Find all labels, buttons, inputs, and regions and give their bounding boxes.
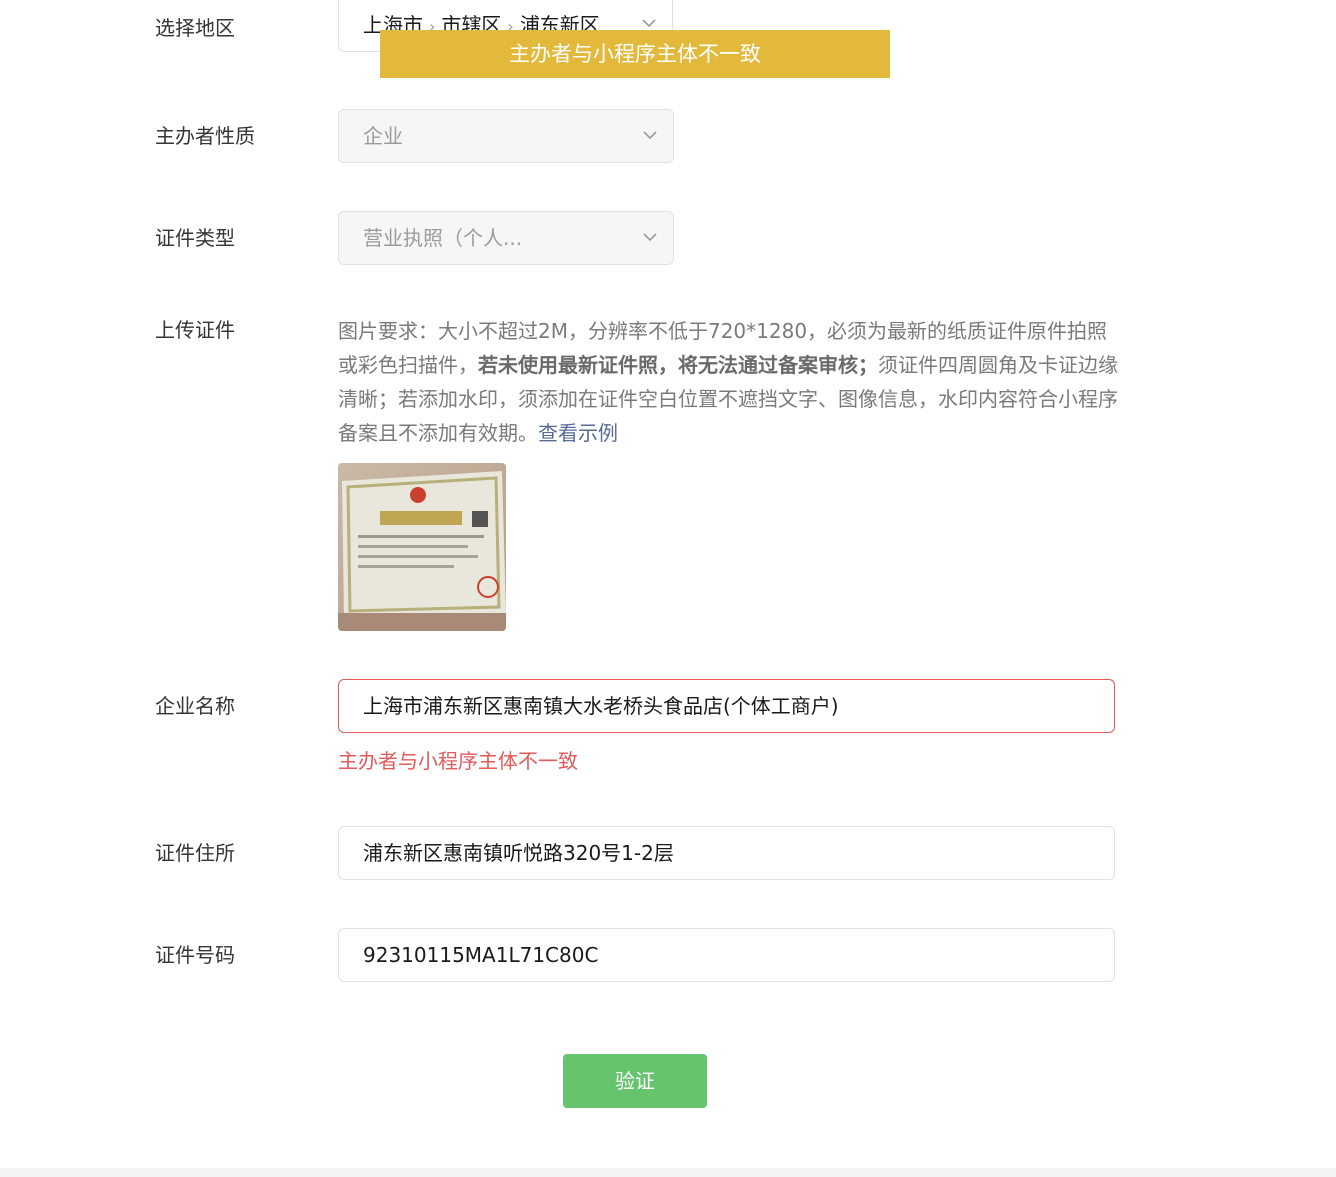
cert-address-label: 证件住所 <box>155 841 235 865</box>
organizer-type-value: 企业 <box>363 124 403 148</box>
certificate-photo <box>338 463 506 631</box>
company-name-label: 企业名称 <box>155 694 235 718</box>
cert-number-input[interactable]: 92310115MA1L71C80C <box>338 928 1115 982</box>
cert-type-label: 证件类型 <box>155 226 235 250</box>
error-toast: 主办者与小程序主体不一致 <box>380 30 890 78</box>
footer-divider <box>0 1168 1336 1177</box>
company-name-error: 主办者与小程序主体不一致 <box>338 749 578 773</box>
upload-label: 上传证件 <box>155 318 235 342</box>
company-name-input[interactable]: 上海市浦东新区惠南镇大水老桥头食品店(个体工商户) <box>338 679 1115 733</box>
cert-number-label: 证件号码 <box>155 943 235 967</box>
uploaded-certificate-image[interactable] <box>338 463 506 631</box>
cert-address-input[interactable]: 浦东新区惠南镇听悦路320号1-2层 <box>338 826 1115 880</box>
region-label: 选择地区 <box>155 16 235 40</box>
organizer-type-select[interactable]: 企业 <box>338 109 674 163</box>
organizer-type-label: 主办者性质 <box>155 124 255 148</box>
verify-button[interactable]: 验证 <box>563 1054 707 1108</box>
hint-warning: 若未使用最新证件照，将无法通过备案审核； <box>478 353 878 377</box>
view-example-link[interactable]: 查看示例 <box>538 421 618 445</box>
chevron-down-icon <box>643 233 657 242</box>
cert-type-value: 营业执照（个人... <box>363 226 523 250</box>
upload-hint: 图片要求：大小不超过2M，分辨率不低于720*1280，必须为最新的纸质证件原件… <box>338 314 1118 450</box>
cert-type-select[interactable]: 营业执照（个人... <box>338 211 674 265</box>
chevron-down-icon <box>643 131 657 140</box>
